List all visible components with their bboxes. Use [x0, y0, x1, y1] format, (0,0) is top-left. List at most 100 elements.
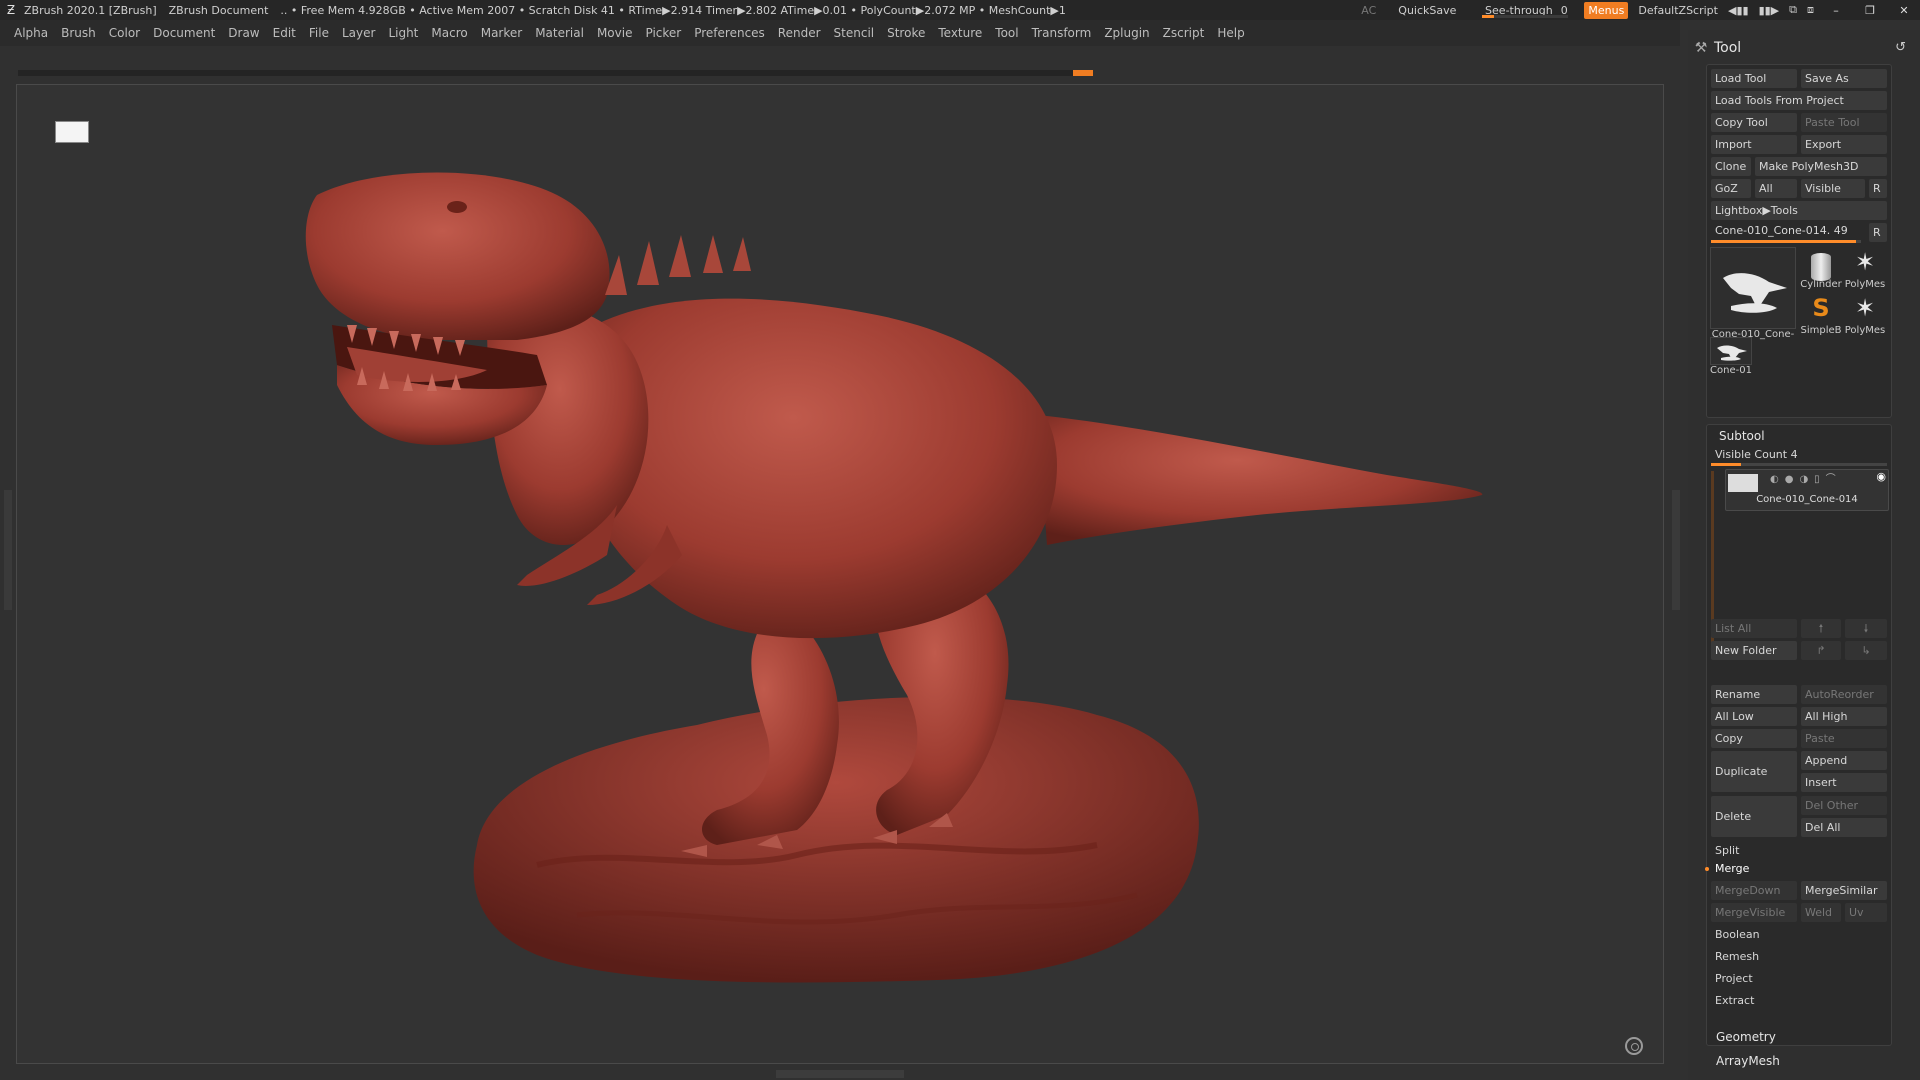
menu-brush[interactable]: Brush [61, 26, 96, 40]
current-tool-slider[interactable]: Cone-010_Cone-014. 49 [1711, 221, 1861, 240]
close-icon[interactable]: ✕ [1892, 4, 1916, 17]
seethrough-slider[interactable]: See-through 0 [1478, 0, 1574, 20]
menu-marker[interactable]: Marker [481, 26, 522, 40]
left-tray-handle[interactable] [4, 490, 12, 610]
copy-subtool-button[interactable]: Copy [1711, 729, 1797, 748]
right-tray-handle[interactable] [1672, 490, 1680, 610]
menu-texture[interactable]: Texture [938, 26, 982, 40]
current-tool-r-button[interactable]: R [1869, 223, 1887, 242]
duplicate-button[interactable]: Duplicate [1711, 751, 1797, 792]
make-polymesh3d-button[interactable]: Make PolyMesh3D [1755, 157, 1887, 176]
remesh-button[interactable]: Remesh [1711, 947, 1887, 966]
menu-stroke[interactable]: Stroke [887, 26, 925, 40]
menu-file[interactable]: File [309, 26, 329, 40]
goz-visible-button[interactable]: Visible [1801, 179, 1865, 198]
del-other-button[interactable]: Del Other [1801, 796, 1887, 815]
menus-toggle-button[interactable]: Menus [1584, 1, 1629, 19]
quicksave-button[interactable]: QuickSave [1398, 4, 1456, 17]
layout-icon[interactable]: ⧉ [1789, 3, 1797, 17]
tool-thumb-main[interactable]: Cone-010_Cone- [1709, 247, 1797, 340]
tool-thumb-simpleb[interactable]: S SimpleB [1799, 293, 1843, 336]
menu-material[interactable]: Material [535, 26, 584, 40]
all-high-button[interactable]: All High [1801, 707, 1887, 726]
menu-light[interactable]: Light [388, 26, 418, 40]
subtool-title[interactable]: Subtool [1719, 429, 1765, 443]
menu-movie[interactable]: Movie [597, 26, 633, 40]
load-tools-from-project-button[interactable]: Load Tools From Project [1711, 91, 1887, 110]
rename-button[interactable]: Rename [1711, 685, 1797, 704]
split-button[interactable]: Split [1711, 841, 1887, 860]
visible-count-slider-track[interactable] [1711, 463, 1887, 466]
goz-all-button[interactable]: All [1755, 179, 1797, 198]
menu-picker[interactable]: Picker [645, 26, 681, 40]
menu-transform[interactable]: Transform [1032, 26, 1092, 40]
document-canvas[interactable] [16, 84, 1664, 1064]
tool-palette-header[interactable]: ⚒ Tool ↺ [1688, 36, 1920, 60]
list-all-button[interactable]: List All [1711, 619, 1797, 638]
move-up-icon[interactable]: 🠕 [1801, 619, 1841, 638]
clone-button[interactable]: Clone [1711, 157, 1751, 176]
tool-thumb-small[interactable]: Cone-01 [1709, 337, 1753, 376]
tool-thumb-polymesh-2[interactable]: ✶ PolyMes [1843, 293, 1887, 336]
merge-button[interactable]: Merge [1711, 859, 1887, 878]
goz-r-button[interactable]: R [1869, 179, 1887, 198]
current-tool-slider-track[interactable] [1711, 240, 1861, 243]
menu-zscript[interactable]: Zscript [1163, 26, 1205, 40]
reset-palette-icon[interactable]: ↺ [1895, 40, 1906, 55]
subtool-visibility-eye-icon[interactable]: ◉ [1876, 470, 1886, 483]
load-tool-button[interactable]: Load Tool [1711, 69, 1797, 88]
minimize-icon[interactable]: – [1824, 4, 1848, 17]
menu-preferences[interactable]: Preferences [694, 26, 765, 40]
copy-tool-button[interactable]: Copy Tool [1711, 113, 1797, 132]
visible-count-slider[interactable]: Visible Count 4 [1711, 445, 1887, 464]
menu-layer[interactable]: Layer [342, 26, 375, 40]
default-zscript-button[interactable]: DefaultZScript [1638, 4, 1718, 17]
uv-button[interactable]: Uv [1845, 903, 1887, 922]
merge-visible-button[interactable]: MergeVisible [1711, 903, 1797, 922]
insert-button[interactable]: Insert [1801, 773, 1887, 792]
merge-down-button[interactable]: MergeDown [1711, 881, 1797, 900]
delete-button[interactable]: Delete [1711, 796, 1797, 837]
new-folder-button[interactable]: New Folder [1711, 641, 1797, 660]
menu-tool[interactable]: Tool [995, 26, 1018, 40]
paste-tool-button[interactable]: Paste Tool [1801, 113, 1887, 132]
ui-layout-icon[interactable]: ⧈ [1807, 3, 1814, 17]
merge-similar-button[interactable]: MergeSimilar [1801, 881, 1887, 900]
folder-arrow-icon[interactable]: ↱ [1801, 641, 1841, 660]
menu-alpha[interactable]: Alpha [14, 26, 48, 40]
paste-subtool-button[interactable]: Paste [1801, 729, 1887, 748]
geometry-section[interactable]: Geometry [1716, 1030, 1776, 1044]
trex-sculpt-model[interactable] [17, 85, 1663, 1063]
extract-button[interactable]: Extract [1711, 991, 1887, 1010]
project-button[interactable]: Project [1711, 969, 1887, 988]
tool-thumb-polymesh-1[interactable]: ✶ PolyMes [1843, 247, 1887, 290]
menu-color[interactable]: Color [109, 26, 140, 40]
goz-button[interactable]: GoZ [1711, 179, 1751, 198]
arraymesh-section[interactable]: ArrayMesh [1716, 1054, 1780, 1068]
lightbox-tools-button[interactable]: Lightbox▶Tools [1711, 201, 1887, 220]
rotation-gizmo-icon[interactable] [1625, 1037, 1643, 1055]
bottom-tray-handle[interactable] [776, 1070, 904, 1078]
tool-thumb-cylinder[interactable]: Cylinder [1799, 247, 1843, 290]
tray-left-icon[interactable]: ◀▮▮ [1728, 4, 1749, 17]
menu-edit[interactable]: Edit [273, 26, 296, 40]
folder-exit-icon[interactable]: ↳ [1845, 641, 1887, 660]
menu-macro[interactable]: Macro [431, 26, 467, 40]
move-down-icon[interactable]: 🠗 [1845, 619, 1887, 638]
weld-button[interactable]: Weld [1801, 903, 1841, 922]
auto-reorder-button[interactable]: AutoReorder [1801, 685, 1887, 704]
menu-draw[interactable]: Draw [228, 26, 259, 40]
import-button[interactable]: Import [1711, 135, 1797, 154]
subtool-item-toggles-icon[interactable]: ◐●◑▯⌒ [1770, 470, 1842, 485]
save-as-button[interactable]: Save As [1801, 69, 1887, 88]
boolean-button[interactable]: Boolean [1711, 925, 1887, 944]
subtool-list-item[interactable]: ◐●◑▯⌒ ◉ Cone-010_Cone-014 [1725, 469, 1889, 511]
tray-right-icon[interactable]: ▮▮▶ [1759, 4, 1780, 17]
restore-icon[interactable]: ❐ [1858, 4, 1882, 17]
all-low-button[interactable]: All Low [1711, 707, 1797, 726]
menu-zplugin[interactable]: Zplugin [1104, 26, 1149, 40]
export-button[interactable]: Export [1801, 135, 1887, 154]
del-all-button[interactable]: Del All [1801, 818, 1887, 837]
append-button[interactable]: Append [1801, 751, 1887, 770]
menu-help[interactable]: Help [1217, 26, 1244, 40]
